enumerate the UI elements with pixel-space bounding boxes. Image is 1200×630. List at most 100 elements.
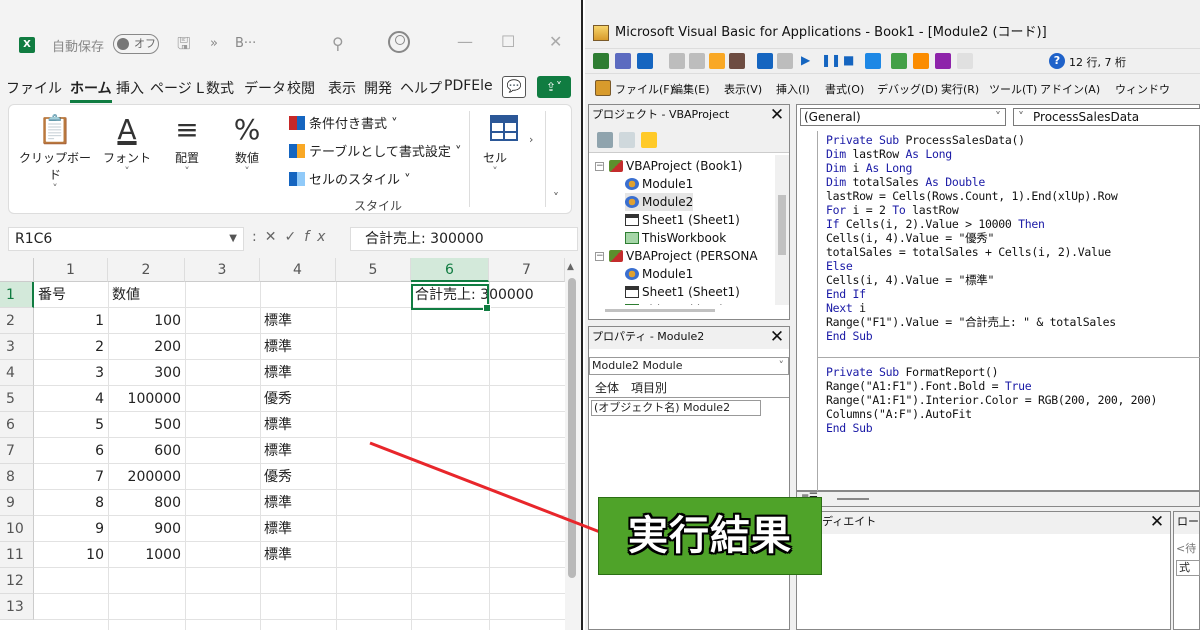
search-icon[interactable]: ⚲ [332,34,344,53]
cell-grade[interactable]: 標準 [260,334,336,360]
code-line[interactable]: Cells(i, 4).Value = "標準" [826,273,994,287]
tree-collapse-icon[interactable]: − [595,252,604,261]
code-line[interactable]: Range("A1:F1").Interior.Color = RGB(200,… [826,393,1157,407]
cell-number[interactable]: 10 [34,542,108,568]
tab-formulas[interactable]: 数式 [206,78,234,98]
column-header-selected[interactable]: 6 [411,258,489,282]
cell-value[interactable]: 900 [108,516,185,542]
tab-data[interactable]: データ [244,78,286,98]
view-excel-icon[interactable] [593,53,609,69]
cells-button[interactable]: セル ˅ [475,149,515,178]
cell-value[interactable]: 600 [108,438,185,464]
cells-icon[interactable] [490,115,518,141]
redo-icon[interactable] [777,53,793,69]
comment-button[interactable]: 💬 [502,76,526,98]
conditional-format-button[interactable]: 条件付き書式 ˅ [289,113,398,132]
tree-item[interactable]: Module2 [625,193,694,211]
tab-page[interactable]: ページ L [150,78,204,98]
tab-file[interactable]: ファイル [6,78,62,98]
tree-item[interactable]: ThisWorkbook [625,229,726,247]
code-line[interactable]: lastRow = Cells(Rows.Count, 1).End(xlUp)… [826,189,1118,203]
code-line[interactable]: End Sub [826,329,873,343]
code-editor[interactable]: Private Sub ProcessSalesData() Dim lastRo… [817,131,1200,491]
tree-item[interactable]: VBAProject (Book1) [609,157,742,175]
align-button[interactable]: ≡ 配置 ˅ [161,113,213,178]
vba-menu-icon[interactable] [595,80,611,96]
toggle-folders-icon[interactable] [641,132,657,148]
help-icon[interactable]: ? [1049,53,1065,69]
tree-item[interactable]: VBAProject (PERSONA [609,247,758,265]
autosave-toggle[interactable]: オフ [113,34,159,54]
scrollbar-thumb[interactable] [568,278,576,578]
cell-value[interactable]: 800 [108,490,185,516]
cell-number[interactable]: 2 [34,334,108,360]
row-header[interactable]: 2 [0,308,34,334]
cell-grade[interactable]: 標準 [260,412,336,438]
column-header[interactable]: 7 [489,258,565,282]
object-browser-icon[interactable] [935,53,951,69]
close-icon[interactable]: ✕ [1147,512,1167,532]
procedure-select[interactable]: ˅ ProcessSalesData [1013,108,1200,126]
worksheet-grid[interactable]: 1 2 3 4 5 6 7 1 2 3 4 5 6 7 8 9 10 11 12 13 番号 数値 合計売上:… [0,258,565,630]
tab-pdfelement[interactable]: PDFEle [444,78,493,94]
cell-number[interactable]: 8 [34,490,108,516]
formula-input[interactable]: 合計売上: 300000 [350,227,578,251]
code-line[interactable]: Cells(i, 4).Value = "優秀" [826,231,994,245]
code-line[interactable]: Range("F1").Value = "合計売上: " & totalSale… [826,315,1116,329]
properties-row[interactable]: (オブジェクト名) Module2 [591,400,761,416]
row-header[interactable]: 11 [0,542,34,568]
scrollbar-thumb[interactable] [778,195,786,255]
cell-grade[interactable]: 標準 [260,490,336,516]
cell-value[interactable]: 100 [108,308,185,334]
cell-header-value[interactable]: 数値 [108,282,185,308]
number-button[interactable]: % 数値 ˅ [221,113,273,178]
pause-icon[interactable]: ❚❚ [821,53,841,69]
menu-window[interactable]: ウィンドウ [1115,81,1170,97]
menu-file[interactable]: ファイル(F) [615,81,674,97]
tab-insert[interactable]: 挿入 [116,78,144,98]
close-icon[interactable]: ✕ [549,32,562,51]
menu-addins[interactable]: アドイン(A) [1040,81,1100,97]
code-line[interactable]: Range("A1:F1").Font.Bold = True [826,379,1032,393]
project-tree[interactable]: − VBAProject (Book1) Module1 Module2 Sheet1 … [589,155,773,305]
code-line[interactable]: If Cells(i, 2).Value > 10000 Then [826,217,1045,231]
cell-number[interactable]: 6 [34,438,108,464]
ribbon-collapse-icon[interactable]: ˅ [553,191,559,205]
toolbox-icon[interactable] [957,53,973,69]
code-line[interactable]: End Sub [826,421,873,435]
cell-value[interactable]: 1000 [108,542,185,568]
tab-help[interactable]: ヘルプ [400,78,442,98]
tab-review[interactable]: 校閲 [287,78,315,98]
cell-value[interactable]: 300 [108,360,185,386]
row-header[interactable]: 13 [0,594,34,620]
row-header[interactable]: 10 [0,516,34,542]
view-code-icon[interactable] [597,132,613,148]
cell-grade[interactable]: 標準 [260,516,336,542]
cell-number[interactable]: 9 [34,516,108,542]
tree-item[interactable]: ThisWorkbook [625,301,726,305]
code-line[interactable]: Private Sub ProcessSalesData() [826,133,1025,147]
code-line[interactable]: totalSales = totalSales + Cells(i, 2).Va… [826,245,1111,259]
copy-icon[interactable] [689,53,705,69]
stop-icon[interactable]: ■ [843,53,859,69]
horizontal-scrollbar-thumb[interactable] [837,498,869,500]
table-format-button[interactable]: テーブルとして書式設定 ˅ [289,141,461,160]
row-header[interactable]: 5 [0,386,34,412]
properties-tab-categorized[interactable]: 項目別 [631,379,667,396]
undo-icon[interactable] [757,53,773,69]
row-header[interactable]: 9 [0,490,34,516]
more-commands-icon[interactable]: » [210,36,218,51]
column-header[interactable]: 1 [34,258,108,282]
code-line[interactable]: For i = 2 To lastRow [826,203,959,217]
run-icon[interactable]: ▶ [801,53,817,69]
close-icon[interactable]: ✕ [767,105,787,125]
properties-tab-alphabetic[interactable]: 全体 [595,379,619,396]
cell-number[interactable]: 7 [34,464,108,490]
vertical-scrollbar[interactable]: ▲ [566,262,578,630]
column-header[interactable]: 5 [336,258,411,282]
code-line[interactable]: Next i [826,301,866,315]
formula-buttons[interactable]: :✕✓fx [252,229,333,245]
code-line[interactable]: Private Sub FormatReport() [826,365,999,379]
horizontal-scrollbar-thumb[interactable] [605,309,715,312]
cell-grade[interactable]: 標準 [260,542,336,568]
